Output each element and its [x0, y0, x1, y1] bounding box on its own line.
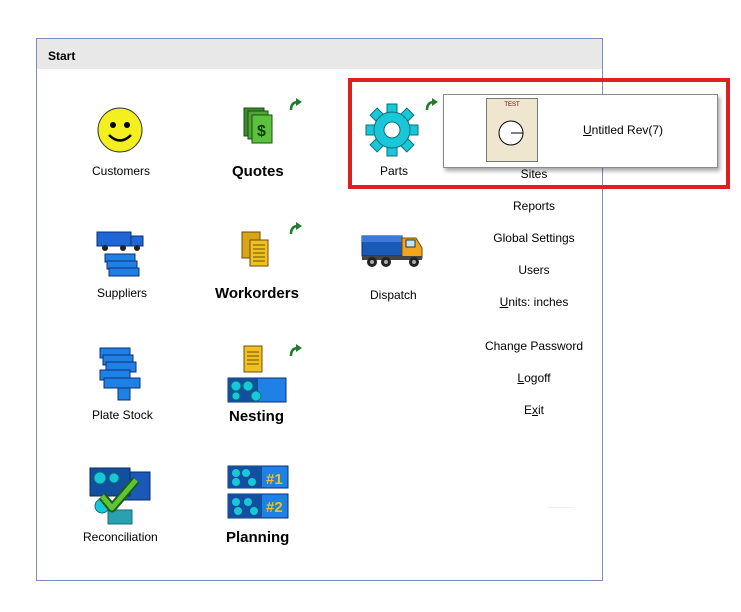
svg-text:#2: #2	[266, 499, 283, 516]
dispatch-truck-icon	[361, 235, 423, 267]
nesting-icon	[227, 345, 287, 403]
recent-part-mnemonic: U	[583, 123, 592, 137]
panel-header: Start	[37, 39, 602, 69]
smiley-icon	[97, 107, 143, 153]
parts-tile[interactable]: Parts	[362, 98, 442, 182]
users-link[interactable]: Users	[518, 263, 549, 277]
parts-label: Parts	[380, 164, 409, 178]
logoff-text: ogoff	[524, 371, 551, 385]
svg-text:#1: #1	[266, 471, 283, 488]
recent-part-name: ntitled Rev(7)	[591, 123, 664, 137]
customers-label: Customers	[92, 164, 151, 178]
recent-part-item[interactable]: Untitled Rev(7)	[583, 123, 663, 137]
workorders-tile[interactable]: Workorders	[210, 222, 310, 304]
exit-text-post: it	[538, 403, 545, 417]
panel-title: Start	[48, 49, 76, 63]
refresh-arrow-icon	[425, 98, 438, 111]
refresh-arrow-icon	[289, 222, 302, 235]
checkmark-icon	[89, 467, 151, 525]
refresh-arrow-icon	[289, 344, 302, 357]
customers-tile[interactable]: Customers	[84, 100, 158, 182]
suppliers-tile[interactable]: Suppliers	[88, 228, 158, 302]
units-mnemonic: U	[499, 295, 509, 309]
global-settings-link[interactable]: Global Settings	[493, 231, 574, 245]
sites-link[interactable]: Sites	[521, 167, 548, 181]
quotes-label: Quotes	[232, 163, 284, 180]
part-thumbnail[interactable]: TEST	[486, 98, 538, 162]
logoff-mnemonic: L	[517, 371, 525, 385]
nesting-tile[interactable]: Nesting	[222, 344, 308, 426]
reconciliation-label: Reconciliation	[83, 530, 158, 544]
quotes-tile[interactable]: $ Quotes	[226, 98, 308, 184]
divider	[548, 507, 574, 508]
part-preview-icon	[498, 120, 524, 146]
gear-icon	[365, 103, 419, 157]
logoff-link[interactable]: Logoff	[517, 371, 550, 385]
dispatch-tile[interactable]: Dispatch	[360, 228, 430, 304]
exit-text-pre: E	[523, 403, 533, 417]
change-password-link[interactable]: Change Password	[485, 339, 583, 353]
nesting-label: Nesting	[229, 408, 285, 425]
refresh-arrow-icon	[289, 98, 302, 111]
plate-stock-tile[interactable]: Plate Stock	[88, 346, 158, 424]
exit-link[interactable]: Exit	[524, 403, 544, 417]
recent-parts-popup: TEST Untitled Rev(7)	[443, 94, 718, 168]
planning-icon: #1 #2	[227, 465, 289, 519]
thumbnail-label: TEST	[504, 102, 520, 108]
units-link[interactable]: Units: inches	[500, 295, 569, 309]
reconciliation-tile[interactable]: Reconciliation	[80, 464, 164, 546]
planning-tile[interactable]: #1 #2 Planning	[222, 462, 308, 548]
dispatch-label: Dispatch	[370, 288, 417, 302]
suppliers-label: Suppliers	[97, 286, 148, 300]
plate-stock-label: Plate Stock	[92, 408, 153, 422]
plate-stack-icon	[99, 347, 141, 401]
documents-icon	[241, 231, 269, 267]
reports-link[interactable]: Reports	[513, 199, 555, 213]
money-stack-icon: $	[243, 107, 273, 144]
truck-icon	[96, 231, 144, 277]
workorders-label: Workorders	[215, 285, 299, 302]
planning-label: Planning	[226, 529, 290, 546]
svg-text:$: $	[257, 123, 266, 140]
units-text: nits: inches	[508, 295, 569, 309]
